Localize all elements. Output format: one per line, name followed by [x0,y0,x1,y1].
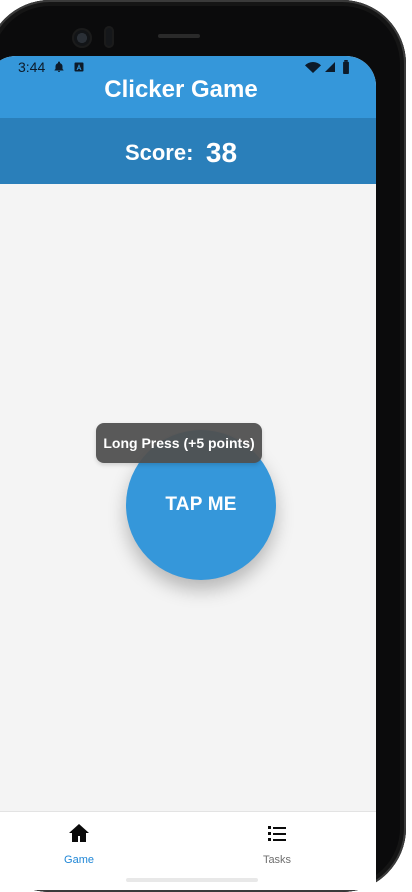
wifi-icon [304,60,322,74]
phone-screen: 3:44 Clicker Game Score: 38 TAP ME Long … [0,56,376,890]
nav-item-tasks[interactable]: Tasks [217,821,337,881]
proximity-sensor [104,26,114,48]
page-title: Clicker Game [104,76,258,103]
score-label: Score: [124,140,194,165]
status-time: 3:44 [18,59,46,75]
app-bar: 3:44 Clicker Game [0,56,376,118]
tap-me-label: TAP ME [165,494,237,515]
score-bar: Score: 38 [0,118,376,184]
score-value: 38 [205,137,238,168]
gesture-bar[interactable] [126,878,258,882]
signal-icon [322,60,338,74]
device-frame: 3:44 Clicker Game Score: 38 TAP ME Long … [0,0,406,892]
bell-icon [52,60,66,74]
nav-label-game: Game [64,854,94,866]
front-camera [72,28,92,48]
nav-item-game[interactable]: Game [19,821,139,881]
score-display: Score: 38 [0,137,376,169]
nav-label-tasks: Tasks [262,854,292,866]
earpiece-speaker [158,34,200,38]
long-press-tooltip: Long Press (+5 points) [96,423,262,463]
home-icon [67,821,91,850]
battery-icon [340,60,352,74]
game-area: TAP ME Long Press (+5 points) [0,184,376,812]
list-icon [265,821,289,850]
status-bar: 3:44 [0,56,376,78]
a-icon [72,60,86,74]
